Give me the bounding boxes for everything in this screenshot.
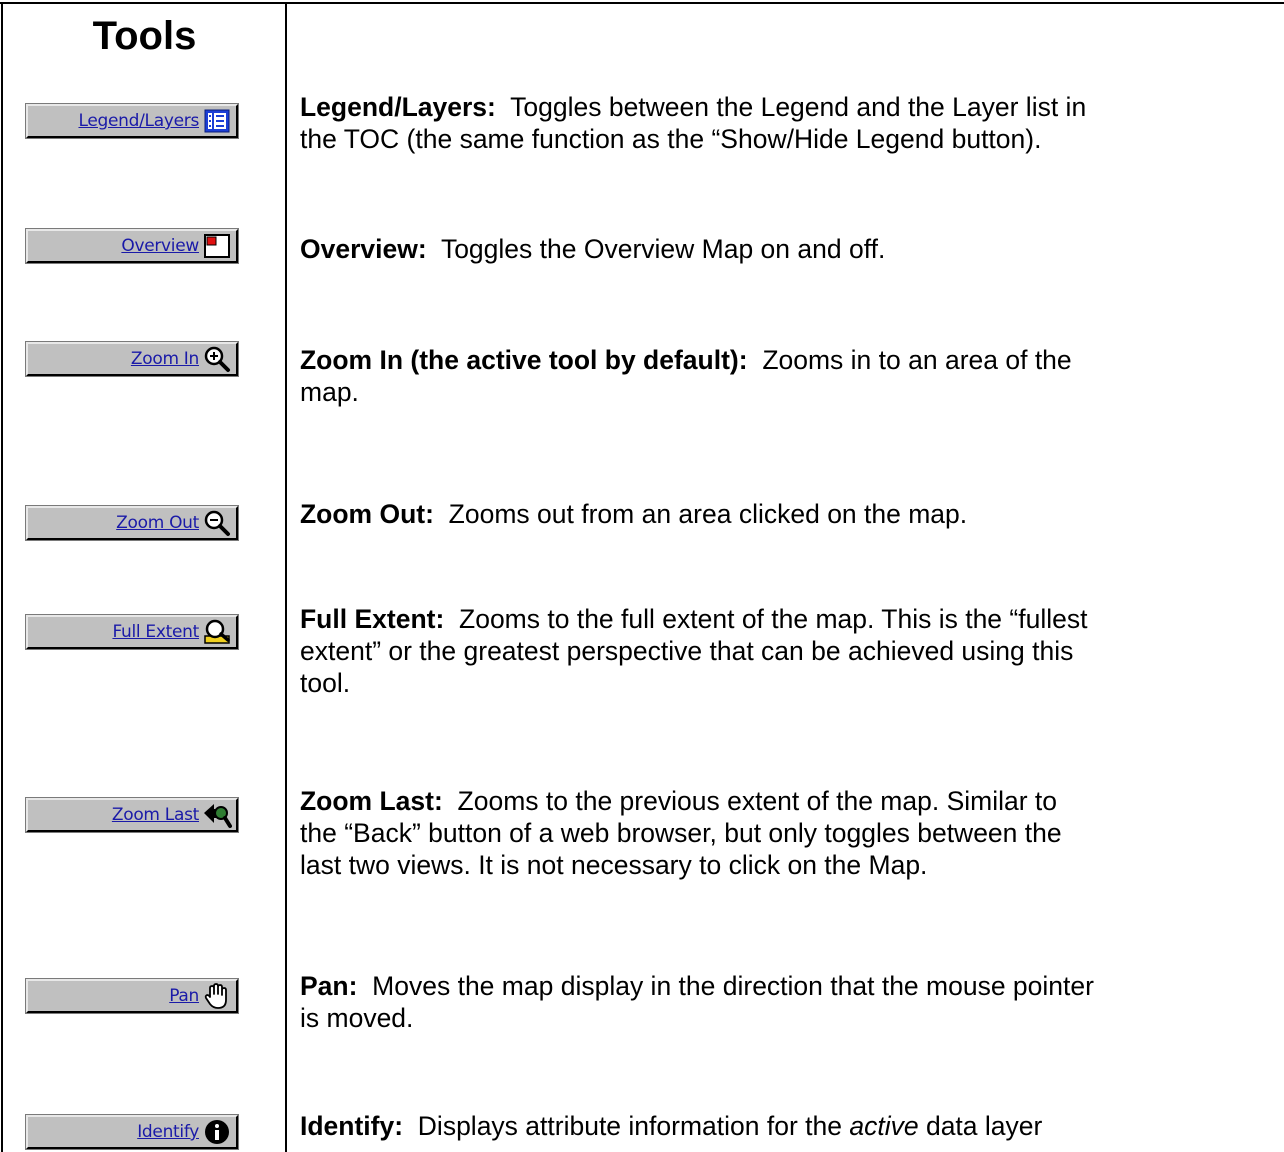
identify-button[interactable]: Identify bbox=[25, 1114, 239, 1150]
zoom-last-title: Zoom Last: bbox=[300, 786, 443, 816]
zoom-in-description: Zoom In (the active tool by default): Zo… bbox=[300, 345, 1072, 407]
overview-description: Overview: Toggles the Overview Map on an… bbox=[300, 234, 886, 264]
overview-title: Overview: bbox=[300, 234, 427, 264]
legend-layers-description: Legend/Layers: Toggles between the Legen… bbox=[300, 92, 1087, 154]
pan-title: Pan: bbox=[300, 971, 358, 1001]
tools-table: Tools Legend/Layers Legend/Layers: Toggl… bbox=[0, 0, 1284, 1152]
full-extent-icon bbox=[202, 618, 232, 646]
zoom-in-button-label: Zoom In bbox=[130, 349, 199, 369]
legend-layers-button[interactable]: Legend/Layers bbox=[25, 103, 239, 139]
zoom-out-button-label: Zoom Out bbox=[116, 513, 199, 533]
overview-map-icon bbox=[202, 232, 232, 260]
overview-button-label: Overview bbox=[121, 236, 199, 256]
table-border-top bbox=[0, 2, 1284, 4]
legend-list-icon bbox=[202, 107, 232, 135]
full-extent-description: Full Extent: Zooms to the full extent of… bbox=[300, 604, 1088, 698]
tools-heading: Tools bbox=[92, 14, 197, 58]
pan-button-label: Pan bbox=[169, 986, 199, 1006]
full-extent-button-label: Full Extent bbox=[112, 622, 199, 642]
zoom-last-icon bbox=[202, 801, 232, 829]
overview-button[interactable]: Overview bbox=[25, 228, 239, 264]
zoom-in-title: Zoom In (the active tool by default): bbox=[300, 345, 748, 375]
zoom-last-description: Zoom Last: Zooms to the previous extent … bbox=[300, 786, 1062, 880]
legend-layers-button-label: Legend/Layers bbox=[78, 111, 199, 131]
table-border-left bbox=[1, 2, 3, 1152]
zoom-out-description: Zoom Out: Zooms out from an area clicked… bbox=[300, 499, 968, 529]
zoom-last-button-label: Zoom Last bbox=[111, 805, 199, 825]
zoom-out-title: Zoom Out: bbox=[300, 499, 434, 529]
zoom-out-icon bbox=[202, 509, 232, 537]
pan-button[interactable]: Pan bbox=[25, 978, 239, 1014]
pan-description: Pan: Moves the map display in the direct… bbox=[300, 971, 1094, 1033]
table-column-divider bbox=[285, 2, 287, 1152]
full-extent-button[interactable]: Full Extent bbox=[25, 614, 239, 650]
identify-button-label: Identify bbox=[137, 1122, 199, 1142]
pan-hand-icon bbox=[202, 982, 232, 1010]
zoom-in-button[interactable]: Zoom In bbox=[25, 341, 239, 377]
zoom-in-icon bbox=[202, 345, 232, 373]
legend-layers-title: Legend/Layers: bbox=[300, 92, 496, 122]
identify-title: Identify: bbox=[300, 1111, 404, 1141]
zoom-out-button[interactable]: Zoom Out bbox=[25, 505, 239, 541]
identify-info-icon bbox=[202, 1118, 232, 1146]
full-extent-title: Full Extent: bbox=[300, 604, 445, 634]
identify-description: Identify: Displays attribute information… bbox=[300, 1111, 1043, 1141]
zoom-last-button[interactable]: Zoom Last bbox=[25, 797, 239, 833]
